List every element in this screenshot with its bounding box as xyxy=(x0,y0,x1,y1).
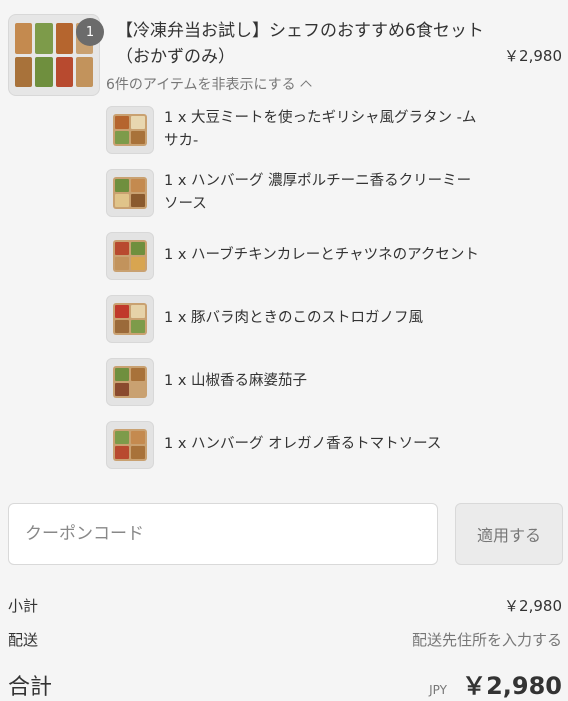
shipping-value: 配送先住所を入力する xyxy=(411,631,562,649)
thumb-cell xyxy=(35,23,53,54)
subtotal-label: 小計 xyxy=(8,597,39,615)
item-image xyxy=(106,168,154,217)
tray-image xyxy=(113,113,147,146)
shipping-label: 配送 xyxy=(8,631,39,649)
thumb-cell xyxy=(55,23,73,54)
product-image: 1 xyxy=(8,14,104,96)
product-title: 【冷凍弁当お試し】シェフのおすすめ6食セット（おかずのみ） xyxy=(116,21,484,67)
coupon-code-input[interactable] xyxy=(8,503,438,565)
item-image xyxy=(106,420,154,469)
total-label: 合計 xyxy=(8,675,53,700)
apply-coupon-button[interactable]: 適用する xyxy=(455,503,563,565)
item-label: 1 x ハーブチキンカレーとチャツネのアクセント xyxy=(164,247,479,263)
tray-image xyxy=(113,365,147,398)
thumb-cell xyxy=(75,56,93,87)
currency-code: JPY xyxy=(429,683,447,697)
bundle-item: 1 x 豚バラ肉ときのこのストロガノフ風 xyxy=(106,287,546,350)
subtotal-value: ￥2,980 xyxy=(504,597,562,615)
item-image xyxy=(106,231,154,280)
bundle-item: 1 x ハンバーグ 濃厚ポルチーニ香るクリーミーソース xyxy=(106,161,546,224)
bundle-item: 1 x 大豆ミートを使ったギリシャ風グラタン -ムサカ- xyxy=(106,98,546,161)
chevron-up-icon xyxy=(299,80,312,92)
thumb-cell xyxy=(55,56,73,87)
hide-items-label: 6件のアイテムを非表示にする xyxy=(106,77,296,93)
product-price: ￥2,980 xyxy=(504,47,562,65)
item-label: 1 x ハンバーグ オレガノ香るトマトソース xyxy=(164,436,442,452)
item-label: 1 x 大豆ミートを使ったギリシャ風グラタン -ムサカ- xyxy=(164,109,477,149)
shipping-row: 配送 配送先住所を入力する xyxy=(8,629,562,650)
thumb-cell xyxy=(15,23,33,54)
bundle-item: 1 x ハンバーグ オレガノ香るトマトソース xyxy=(106,413,546,476)
tray-image xyxy=(113,176,147,209)
item-label: 1 x ハンバーグ 濃厚ポルチーニ香るクリーミーソース xyxy=(164,172,472,212)
item-image xyxy=(106,357,154,406)
bundle-item: 1 x ハーブチキンカレーとチャツネのアクセント xyxy=(106,224,546,287)
bundle-item: 1 x 山椒香る麻婆茄子 xyxy=(106,350,546,413)
item-label: 1 x 山椒香る麻婆茄子 xyxy=(164,373,308,389)
item-image xyxy=(106,105,154,154)
thumb-cell xyxy=(15,56,33,87)
tray-image xyxy=(113,302,147,335)
item-image xyxy=(106,294,154,343)
total-amount: JPY ￥2,980 xyxy=(429,666,562,701)
item-label: 1 x 豚バラ肉ときのこのストロガノフ風 xyxy=(164,310,424,326)
thumb-cell xyxy=(35,56,53,87)
bundle-item-list: 1 x 大豆ミートを使ったギリシャ風グラタン -ムサカ- 1 x ハンバーグ 濃… xyxy=(106,98,546,476)
total-value: ￥2,980 xyxy=(462,672,562,700)
hide-items-toggle[interactable]: 6件のアイテムを非表示にする xyxy=(106,74,312,94)
tray-image xyxy=(113,428,147,461)
subtotal-row: 小計 ￥2,980 xyxy=(8,595,562,616)
quantity-badge: 1 xyxy=(76,18,104,46)
tray-image xyxy=(113,239,147,272)
total-row: 合計 JPY ￥2,980 xyxy=(8,666,562,701)
